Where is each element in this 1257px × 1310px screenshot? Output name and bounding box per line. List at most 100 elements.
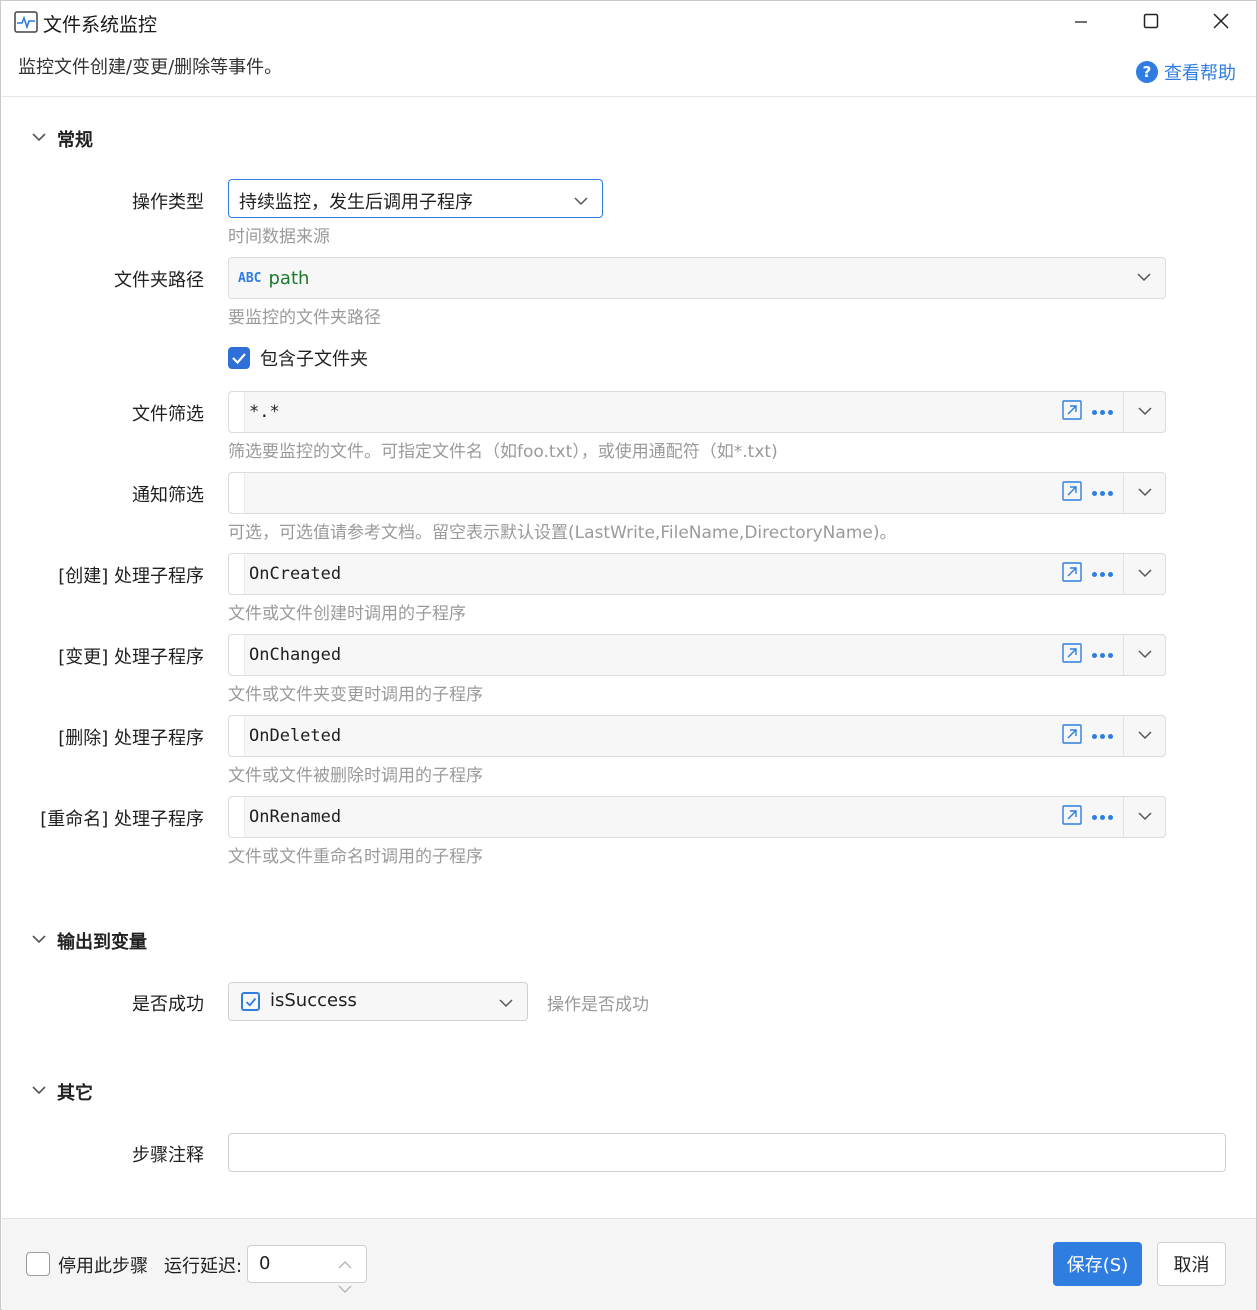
open-external-icon[interactable]: [1062, 804, 1082, 830]
open-external-icon[interactable]: [1062, 399, 1082, 425]
on-renamed-dropdown[interactable]: [1123, 797, 1165, 837]
chevron-down-icon: [31, 931, 47, 952]
on-changed-dropdown[interactable]: [1123, 635, 1165, 675]
open-external-icon[interactable]: [1062, 561, 1082, 587]
app-monitor-icon: [14, 11, 38, 33]
file-filter-hint: 筛选要监控的文件。可指定文件名（如foo.txt），或使用通配符（如*.txt): [228, 442, 778, 462]
on-renamed-hint: 文件或文件重命名时调用的子程序: [228, 847, 483, 867]
on-created-dropdown[interactable]: [1123, 554, 1165, 594]
include-subfolders-label: 包含子文件夹: [260, 349, 368, 370]
folder-path-hint: 要监控的文件夹路径: [228, 308, 381, 328]
spin-down-icon[interactable]: [338, 1278, 352, 1299]
disable-step-checkbox[interactable]: [26, 1252, 50, 1276]
folder-path-field[interactable]: ABC path: [228, 257, 1166, 299]
on-changed-label: [变更] 处理子程序: [58, 647, 204, 668]
minimize-icon: [1074, 13, 1088, 34]
minimize-button[interactable]: [1046, 1, 1116, 45]
file-filter-field[interactable]: *.*: [228, 391, 1166, 433]
on-changed-hint: 文件或文件夹变更时调用的子程序: [228, 685, 483, 705]
save-button[interactable]: 保存(S): [1053, 1242, 1142, 1286]
more-icon[interactable]: [1092, 409, 1113, 415]
op-type-label: 操作类型: [132, 192, 204, 213]
title-bar: 文件系统监控: [1, 1, 1256, 45]
folder-path-value: path: [268, 267, 310, 289]
help-link[interactable]: ? 查看帮助: [1136, 59, 1236, 85]
folder-path-label: 文件夹路径: [114, 270, 204, 291]
help-label: 查看帮助: [1164, 63, 1236, 84]
on-deleted-dropdown[interactable]: [1123, 716, 1165, 756]
open-external-icon[interactable]: [1062, 480, 1082, 506]
header-divider: [2, 96, 1256, 97]
section-output-toggle[interactable]: 输出到变量: [31, 928, 147, 954]
run-delay-label: 运行延迟:: [164, 1256, 243, 1277]
on-created-field[interactable]: OnCreated: [228, 553, 1166, 595]
more-icon[interactable]: [1092, 814, 1113, 820]
chevron-down-icon: [1137, 402, 1152, 423]
file-filter-value: *.*: [249, 402, 280, 422]
on-deleted-label: [删除] 处理子程序: [58, 728, 204, 749]
on-created-label: [创建] 处理子程序: [58, 566, 204, 587]
include-subfolders-checkbox[interactable]: 包含子文件夹: [228, 345, 368, 371]
help-icon: ?: [1136, 61, 1158, 83]
file-filter-dropdown[interactable]: [1123, 392, 1165, 432]
on-deleted-hint: 文件或文件被删除时调用的子程序: [228, 766, 483, 786]
maximize-icon: [1143, 13, 1159, 34]
on-renamed-value: OnRenamed: [249, 807, 342, 827]
section-general-title: 常规: [57, 130, 93, 151]
op-type-value: 持续监控，发生后调用子程序: [239, 192, 473, 213]
more-icon[interactable]: [1092, 490, 1113, 496]
chevron-down-icon: [1137, 726, 1152, 747]
on-deleted-field[interactable]: OnDeleted: [228, 715, 1166, 757]
chevron-down-icon: [1137, 807, 1152, 828]
more-icon[interactable]: [1092, 652, 1113, 658]
more-icon[interactable]: [1092, 571, 1113, 577]
success-variable-value: isSuccess: [270, 990, 357, 1011]
run-delay-value: 0: [259, 1253, 271, 1274]
close-button[interactable]: [1186, 1, 1256, 45]
abc-type-badge: ABC: [238, 270, 262, 286]
cancel-button[interactable]: 取消: [1157, 1242, 1226, 1286]
chevron-down-icon: [1137, 483, 1152, 504]
step-note-label: 步骤注释: [132, 1145, 204, 1166]
chevron-down-icon: [574, 192, 588, 213]
open-external-icon[interactable]: [1062, 723, 1082, 749]
close-icon: [1213, 12, 1229, 34]
section-output-title: 输出到变量: [57, 932, 147, 953]
success-variable-select[interactable]: isSuccess: [228, 982, 528, 1021]
check-icon: [241, 992, 260, 1011]
on-created-hint: 文件或文件创建时调用的子程序: [228, 604, 466, 624]
maximize-button[interactable]: [1116, 1, 1186, 45]
disable-step-label: 停用此步骤: [58, 1256, 148, 1277]
run-delay-input[interactable]: 0: [247, 1245, 367, 1293]
dialog-window: 文件系统监控 监控文件创建/变更/删除等事件。 ? 查看帮助 常规 操作类型 持…: [0, 0, 1257, 1310]
more-icon[interactable]: [1092, 733, 1113, 739]
window-title: 文件系统监控: [43, 14, 158, 36]
op-type-hint: 时间数据来源: [228, 227, 330, 247]
chevron-down-icon: [1137, 268, 1151, 289]
notify-filter-label: 通知筛选: [132, 485, 204, 506]
on-renamed-label: [重命名] 处理子程序: [40, 809, 204, 830]
folder-path-dropdown[interactable]: [1123, 258, 1165, 298]
open-external-icon[interactable]: [1062, 642, 1082, 668]
section-other-toggle[interactable]: 其它: [31, 1079, 93, 1105]
success-hint: 操作是否成功: [547, 995, 649, 1015]
on-changed-field[interactable]: OnChanged: [228, 634, 1166, 676]
on-renamed-field[interactable]: OnRenamed: [228, 796, 1166, 838]
notify-filter-field[interactable]: [228, 472, 1166, 514]
chevron-down-icon: [1137, 564, 1152, 585]
on-created-value: OnCreated: [249, 564, 342, 584]
notify-filter-dropdown[interactable]: [1123, 473, 1165, 513]
on-changed-value: OnChanged: [249, 645, 342, 665]
section-general-toggle[interactable]: 常规: [31, 126, 93, 152]
spin-up-icon[interactable]: [338, 1253, 352, 1274]
window-subtitle: 监控文件创建/变更/删除等事件。: [18, 57, 283, 78]
notify-filter-hint: 可选，可选值请参考文档。留空表示默认设置(LastWrite,FileName,…: [228, 523, 897, 543]
chevron-down-icon: [31, 129, 47, 150]
section-other-title: 其它: [57, 1083, 93, 1104]
on-deleted-value: OnDeleted: [249, 726, 342, 746]
chevron-down-icon: [31, 1082, 47, 1103]
chevron-down-icon: [1137, 645, 1152, 666]
step-note-input[interactable]: [228, 1133, 1226, 1172]
op-type-select[interactable]: 持续监控，发生后调用子程序: [228, 179, 603, 218]
file-filter-label: 文件筛选: [132, 404, 204, 425]
